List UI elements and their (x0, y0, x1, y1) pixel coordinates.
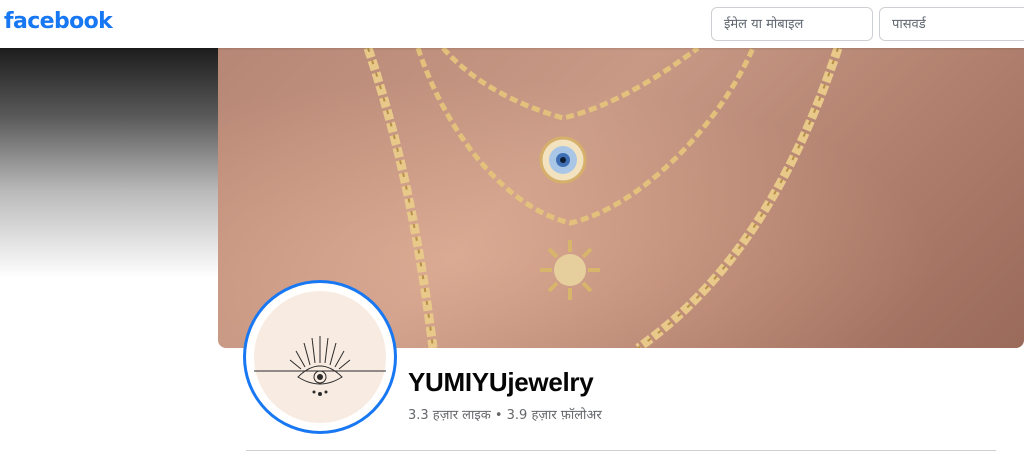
cover-left-gradient (0, 48, 218, 278)
evil-eye-sunburst-logo (254, 336, 386, 396)
page-avatar[interactable] (246, 283, 394, 431)
header-divider (246, 450, 996, 451)
password-input[interactable] (879, 7, 1024, 41)
page-stats[interactable]: 3.3 हज़ार लाइक • 3.9 हज़ार फ़ॉलोअर (408, 405, 602, 423)
page-name: YUMIYUjewelry (408, 367, 594, 397)
facebook-logo[interactable]: facebook (4, 9, 113, 34)
top-bar: facebook (0, 0, 1024, 48)
email-or-mobile-input[interactable] (711, 7, 873, 41)
